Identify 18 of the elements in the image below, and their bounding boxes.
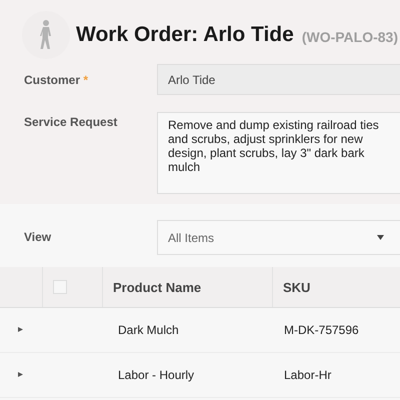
customer-field[interactable]: Arlo Tide — [157, 64, 400, 95]
select-all-checkbox[interactable] — [53, 280, 67, 294]
column-header[interactable]: SKU — [273, 280, 310, 294]
table-cell-text: Labor-Hr — [283, 368, 332, 382]
expand-icon[interactable] — [18, 372, 23, 376]
service-request-label: Service Request — [23, 114, 118, 129]
table-cell-text: Dark Mulch — [117, 323, 180, 337]
work-order-code: (WO-PALO-83) — [302, 29, 398, 45]
caret-icon — [377, 235, 384, 240]
page-title: Work Order: Arlo Tide — [76, 23, 294, 47]
expand-icon[interactable] — [18, 326, 23, 332]
service-request-field[interactable]: Remove and dump existing railroad ties and scrubs, adjust sprinklers for new design, plant scrubs, lay 3" dark bark mulch — [157, 112, 400, 194]
view-dropdown[interactable]: All Items — [157, 220, 400, 255]
table-cell-text: Labor - Hourly — [117, 368, 196, 382]
column-header[interactable]: Product Name — [103, 280, 202, 294]
customer-label: Customer * — [23, 72, 90, 87]
view-label: View — [23, 229, 52, 244]
table-cell-text: M-DK-757596 — [283, 323, 360, 337]
